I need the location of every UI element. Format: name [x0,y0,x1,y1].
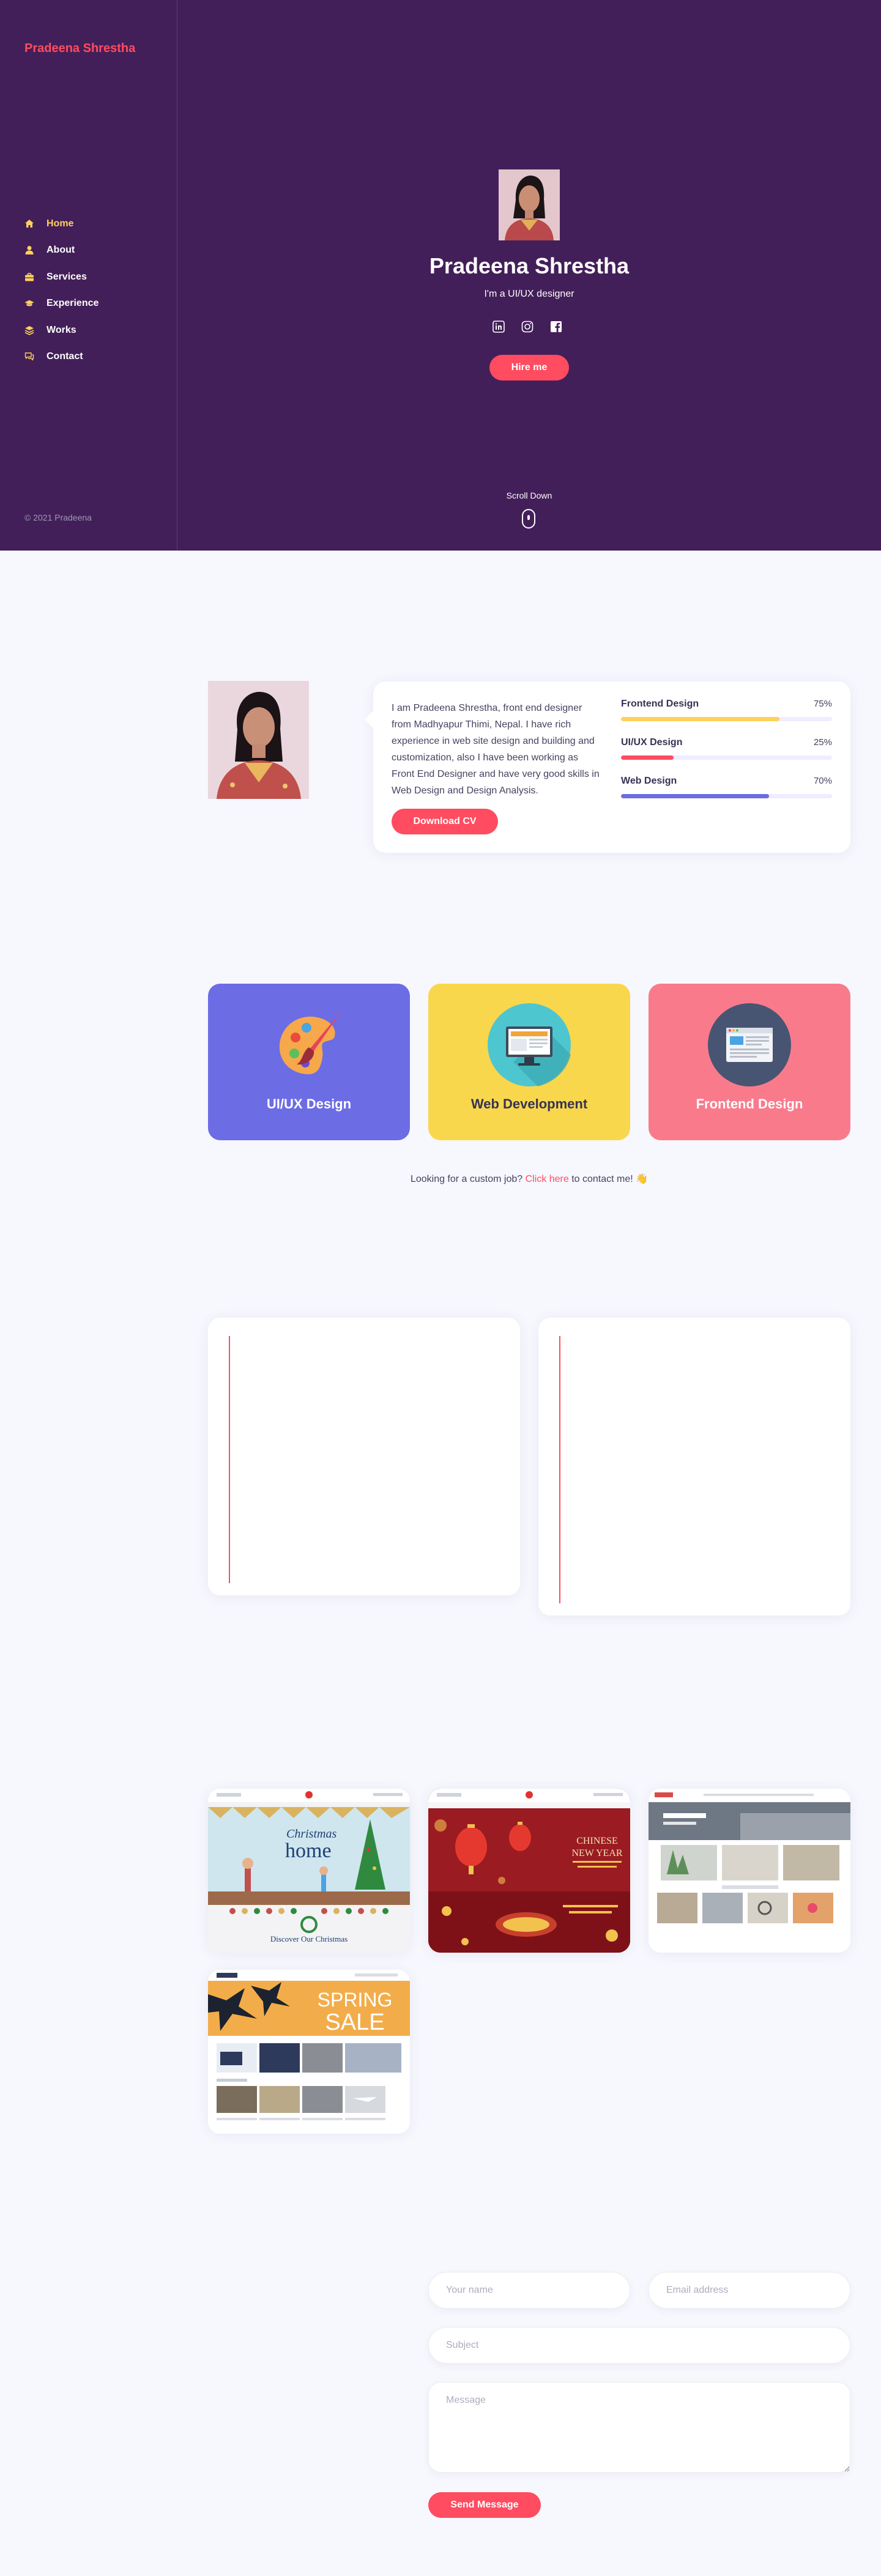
user-icon [24,245,34,255]
skill-progress-bar [621,717,832,721]
timeline-line [559,1336,560,1603]
service-card-uiux[interactable]: UI/UX Design [208,984,410,1140]
click-here-link[interactable]: Click here [526,1174,569,1184]
browser-window-icon [707,1002,792,1088]
hero-section: Pradeena Shrestha I'm a UI/UX designer H… [177,0,881,551]
skill-progress-bar [621,794,832,798]
about-photo [208,681,309,799]
home-icon [24,219,34,229]
nav-label: About [46,245,75,256]
nav-label: Experience [46,298,99,309]
work-item-home-products[interactable] [649,1789,850,1953]
skill-item: Frontend Design 75% [621,699,832,737]
briefcase-icon [24,272,34,282]
subject-input[interactable] [428,2327,850,2364]
name-input[interactable] [428,2272,630,2309]
service-title: Frontend Design [696,1096,803,1112]
nav-label: Services [46,271,87,282]
avatar [499,169,560,240]
nav-label: Works [46,324,76,335]
skill-name: UI/UX Design [621,737,683,748]
hire-me-button[interactable]: Hire me [489,355,569,380]
skill-percent: 25% [813,737,832,748]
social-links [493,321,562,333]
work-item-christmas[interactable]: Christmas home Discover Our Christmas [208,1789,410,1953]
sidebar: Pradeena Shrestha Home About Services Ex… [0,0,177,551]
email-input[interactable] [649,2272,850,2309]
custom-job-prefix: Looking for a custom job? [410,1174,526,1184]
download-cv-button[interactable]: Download CV [392,809,498,834]
monitor-icon [486,1002,572,1088]
nav-item-works[interactable]: Works [24,317,99,344]
mouse-scroll-icon[interactable] [522,509,535,529]
work-title-line-2: SALE [325,2010,384,2035]
work-item-chinese-new-year[interactable]: CHINESE NEW YEAR [428,1789,630,1953]
education-timeline-card [208,1318,520,1595]
service-title: UI/UX Design [266,1096,352,1112]
work-thumbnail: SPRING SALE [208,1970,410,2134]
custom-job-text: Looking for a custom job? Click here to … [208,1173,850,1185]
custom-job-suffix: to contact me! 👋 [568,1174,649,1184]
skill-name: Frontend Design [621,699,699,709]
nav-item-services[interactable]: Services [24,264,99,291]
nav-item-contact[interactable]: Contact [24,344,99,371]
layers-icon [24,325,34,335]
skill-percent: 75% [813,699,832,709]
nav-label: Contact [46,351,83,362]
facebook-icon[interactable] [550,321,562,333]
skill-progress-fill [621,794,769,798]
skill-progress-fill [621,717,779,721]
about-text: I am Pradeena Shrestha, front end design… [392,703,600,796]
skill-percent: 70% [813,776,832,786]
hero-subtitle: I'm a UI/UX designer [484,289,574,299]
experience-timeline-card [538,1318,850,1616]
about-card: I am Pradeena Shrestha, front end design… [365,681,850,853]
skill-progress-fill [621,755,674,760]
brand-logo[interactable]: Pradeena Shrestha [24,42,135,56]
work-thumbnail: Christmas home Discover Our Christmas [208,1789,410,1953]
skill-item: UI/UX Design 25% [621,737,832,776]
linkedin-icon[interactable] [493,321,505,333]
copyright-text: © 2021 Pradeena [24,513,92,522]
timeline-line [229,1336,230,1583]
send-message-button[interactable]: Send Message [428,2492,541,2518]
work-caption: Discover Our Christmas [270,1934,348,1943]
chat-icon [24,352,34,362]
work-title-line-2: NEW YEAR [571,1848,622,1858]
palette-icon [266,1002,352,1088]
instagram-icon[interactable] [521,321,533,333]
skills-list: Frontend Design 75% UI/UX Design 25% Web D… [621,699,832,814]
nav-item-home[interactable]: Home [24,210,99,237]
service-title: Web Development [470,1096,588,1112]
skill-progress-bar [621,755,832,760]
work-thumbnail [649,1789,850,1953]
work-thumbnail: CHINESE NEW YEAR [428,1789,630,1953]
scroll-down-label: Scroll Down [506,491,552,500]
work-title-line-1: Christmas [286,1827,336,1841]
graduation-cap-icon [24,299,34,308]
work-title-line-1: CHINESE [576,1836,618,1846]
service-card-frontend-design[interactable]: Frontend Design [649,984,850,1140]
work-item-spring-sale[interactable]: SPRING SALE [208,1970,410,2134]
nav-label: Home [46,218,74,229]
service-card-web-development[interactable]: Web Development [428,984,630,1140]
work-title-line-1: SPRING [318,1989,393,2011]
skill-name: Web Design [621,776,677,786]
nav-item-about[interactable]: About [24,237,99,264]
message-textarea[interactable] [428,2382,850,2473]
hero-name: Pradeena Shrestha [429,253,630,278]
work-title-line-2: home [285,1839,332,1862]
nav-item-experience[interactable]: Experience [24,291,99,317]
skill-item: Web Design 70% [621,776,832,814]
main-nav: Home About Services Experience Works Con… [24,210,99,370]
